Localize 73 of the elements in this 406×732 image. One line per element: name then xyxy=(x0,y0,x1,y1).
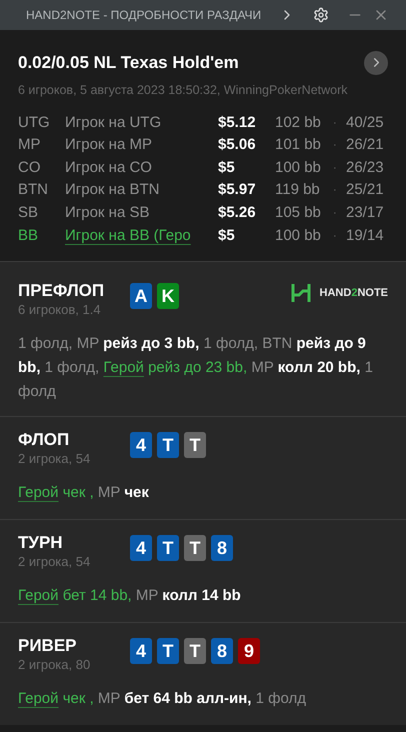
player-stats: 40/25 xyxy=(346,112,384,133)
logo-icon xyxy=(290,282,312,304)
playing-card: T xyxy=(184,535,206,562)
street-title: ФЛОП xyxy=(18,429,70,452)
player-name: Игрок на SB xyxy=(65,204,150,221)
player-position: UTG xyxy=(18,112,51,133)
playing-card: 4 xyxy=(130,432,152,458)
playing-card: 8 xyxy=(211,638,233,664)
separator-dot: · xyxy=(333,160,338,176)
player-position: CO xyxy=(18,158,42,178)
player-position: MP xyxy=(18,135,42,156)
player-stack: $5.06 xyxy=(218,135,257,156)
player-stats: 23/17 xyxy=(346,202,384,223)
player-stack: $5 xyxy=(218,158,236,178)
player-name: Игрок на UTG xyxy=(65,114,162,131)
hero-link[interactable]: Герой xyxy=(18,690,59,708)
player-bb: 101 bb xyxy=(275,135,322,156)
street-info: 2 игрока, 54 xyxy=(18,451,92,468)
player-position: SB xyxy=(18,202,40,223)
player-name: Игрок на MP xyxy=(65,136,152,154)
player-stack: $5.97 xyxy=(218,180,257,200)
separator-dot: · xyxy=(333,138,338,154)
player-stack: $5.26 xyxy=(218,202,257,223)
action-text: Герой бет 14 bb, MP колл 14 bb xyxy=(18,586,242,606)
playing-card: T xyxy=(184,638,206,664)
window-title: HAND2NOTE - ПОДРОБНОСТИ РАЗДАЧИ xyxy=(26,7,262,24)
player-stats: 19/14 xyxy=(346,226,384,246)
action-text: Герой чек , MP бет 64 bb алл-ин, 1 фолд xyxy=(18,689,307,710)
street-info: 6 игроков, 1.4 xyxy=(18,302,102,318)
street-title: ПРЕФЛОП xyxy=(18,280,106,302)
player-stats: 26/21 xyxy=(346,135,384,156)
separator-dot: · xyxy=(333,206,338,221)
playing-card: T xyxy=(157,638,179,664)
playing-card: 9 xyxy=(238,638,260,664)
player-stats: 25/21 xyxy=(346,180,384,200)
street-info: 2 игрока, 54 xyxy=(18,554,92,570)
player-bb: 100 bb xyxy=(275,226,322,246)
next-button[interactable] xyxy=(364,50,388,75)
hand-subtitle: 6 игроков, 5 августа 2023 18:50:32, WinningPokerNetwork xyxy=(18,82,348,96)
player-name-link[interactable]: Игрок на BB (Геро xyxy=(65,226,191,244)
playing-card: T xyxy=(157,535,179,562)
separator-dot: · xyxy=(333,183,338,198)
logo-text: HAND2NOTE xyxy=(320,286,388,301)
playing-card: 4 xyxy=(130,535,152,562)
player-stack: $5 xyxy=(218,226,236,246)
playing-card: K xyxy=(157,283,179,310)
hero-link[interactable]: Герой xyxy=(18,484,59,502)
street-info: 2 игрока, 80 xyxy=(18,657,92,674)
playing-card: T xyxy=(157,432,179,458)
playing-card: 8 xyxy=(211,535,233,562)
player-bb: 100 bb xyxy=(275,158,322,178)
player-bb: 105 bb xyxy=(275,202,322,223)
playing-card: T xyxy=(184,432,206,458)
hero-link[interactable]: Герой xyxy=(18,587,59,604)
street-title: ТУРН xyxy=(18,532,64,554)
game-title: 0.02/0.05 NL Texas Hold'em xyxy=(18,52,239,74)
player-name: Игрок на CO xyxy=(65,158,152,176)
playing-card: 4 xyxy=(130,638,152,664)
separator-dot: · xyxy=(333,116,338,131)
action-text: Герой чек , MP чек xyxy=(18,483,150,504)
player-position: BB xyxy=(18,226,40,246)
playing-card: A xyxy=(130,283,152,310)
settings-icon[interactable] xyxy=(313,7,330,23)
hero-link[interactable]: Герой xyxy=(103,359,144,376)
player-position: BTN xyxy=(18,180,49,200)
street-title: РИВЕР xyxy=(18,635,78,658)
player-bb: 102 bb xyxy=(275,112,322,133)
separator-dot: · xyxy=(333,228,338,244)
player-stack: $5.12 xyxy=(218,112,257,133)
action-text: 1 фолд, MP рейз до 3 bb, 1 фолд, BTN рейз до 9 bb, 1 фолд, Герой рейз до 23 bb, MP колл 20 bb, 1 фолд xyxy=(18,334,374,402)
player-bb: 119 bb xyxy=(275,180,321,200)
player-stats: 26/23 xyxy=(346,158,384,178)
player-name: Игрок на BTN xyxy=(65,181,160,198)
